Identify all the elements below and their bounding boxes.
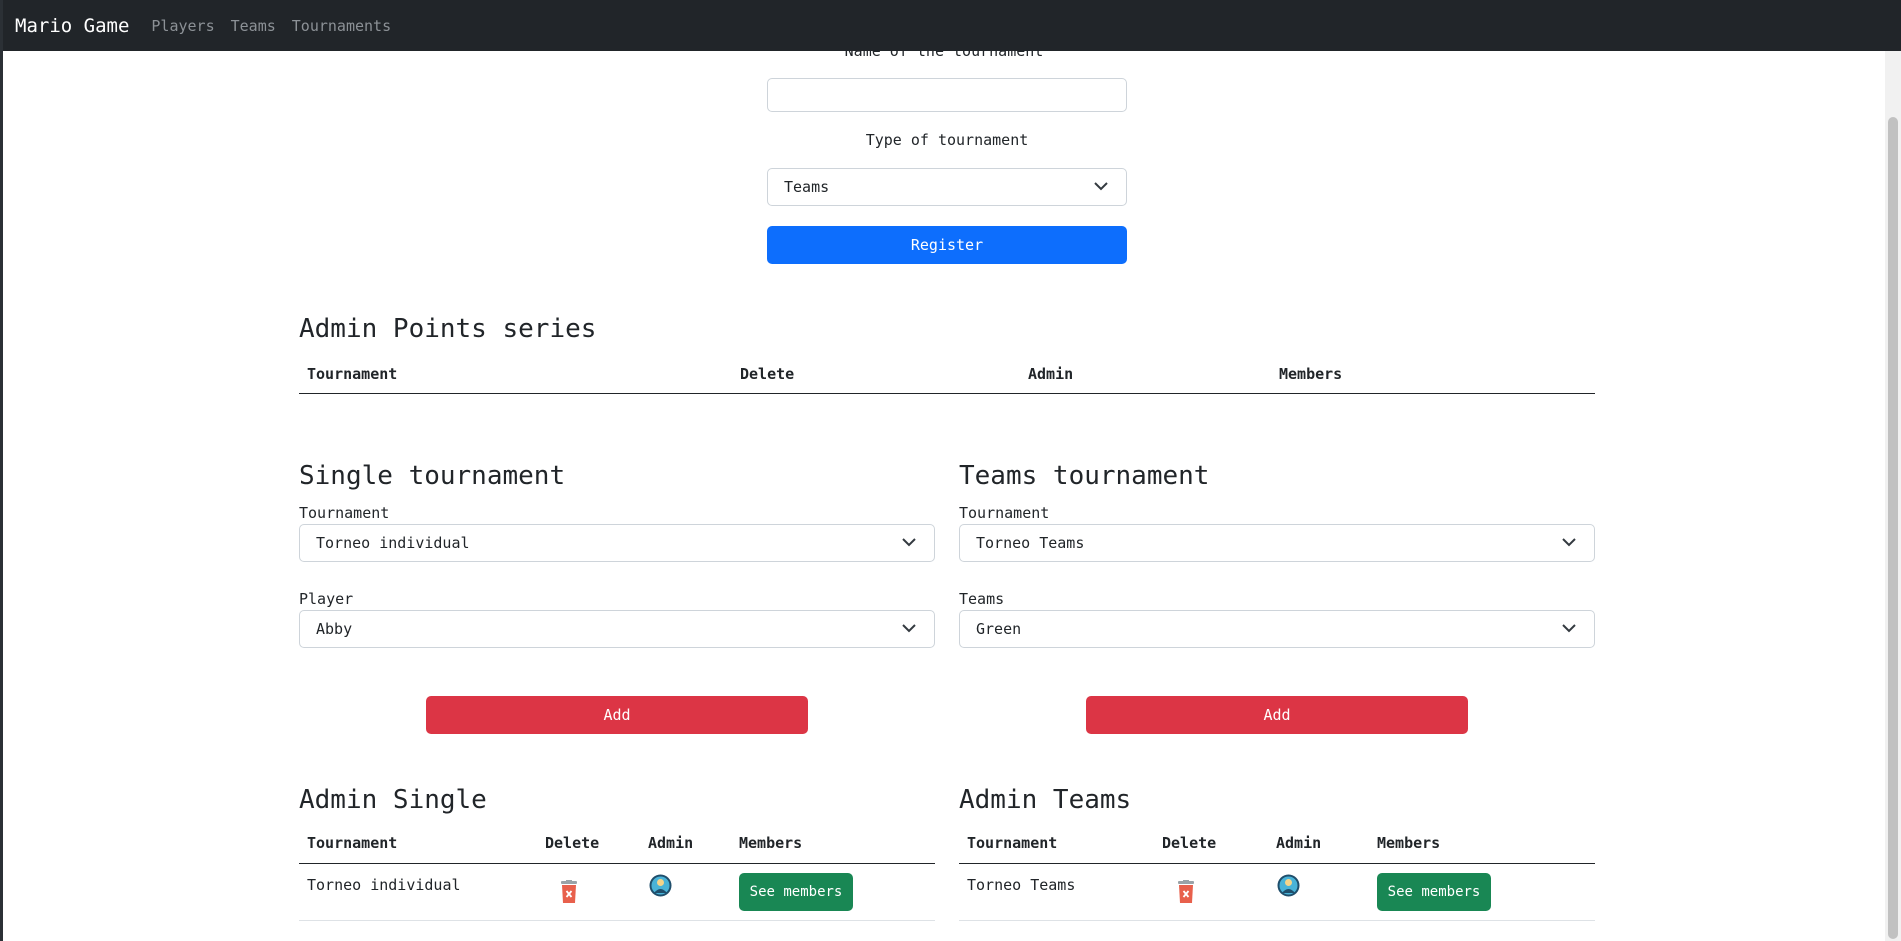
single-see-members-button[interactable]: See members — [739, 873, 853, 911]
scrollbar-thumb[interactable] — [1888, 117, 1898, 939]
teams-label: Teams — [959, 590, 1005, 608]
teams-tournament-value: Torneo Teams — [976, 534, 1085, 552]
nav-link-teams[interactable]: Teams — [231, 17, 276, 35]
teams-table-divider — [959, 863, 1595, 864]
points-col-admin: Admin — [1028, 365, 1074, 383]
single-col-tournament: Tournament — [307, 834, 398, 852]
admin-points-title: Admin Points series — [299, 314, 597, 344]
teams-col-members: Members — [1377, 834, 1441, 852]
tournament-type-select[interactable]: Teams — [767, 168, 1127, 206]
tournament-name-input[interactable] — [767, 78, 1127, 112]
teams-col-delete: Delete — [1162, 834, 1217, 852]
chevron-down-icon — [902, 624, 916, 633]
page-scrollbar[interactable] — [1885, 51, 1901, 941]
row-divider — [299, 920, 935, 921]
points-col-members: Members — [1279, 365, 1343, 383]
admin-single-title: Admin Single — [299, 785, 487, 815]
teams-row-tournament: Torneo Teams — [967, 876, 1076, 894]
single-tournament-title: Single tournament — [299, 461, 566, 491]
tournament-type-label: Type of tournament — [865, 131, 1029, 149]
single-add-button[interactable]: Add — [426, 696, 808, 734]
brand-link[interactable]: Mario Game — [15, 15, 129, 37]
trash-icon[interactable] — [559, 880, 579, 904]
points-table-divider — [299, 393, 1595, 394]
player-value: Abby — [316, 620, 353, 638]
single-tournament-select[interactable]: Torneo individual — [299, 524, 935, 562]
single-tournament-value: Torneo individual — [316, 534, 470, 552]
teams-see-members-button[interactable]: See members — [1377, 873, 1491, 911]
chevron-down-icon — [1094, 182, 1108, 191]
nav-link-tournaments[interactable]: Tournaments — [292, 17, 391, 35]
chevron-down-icon — [902, 538, 916, 547]
register-button[interactable]: Register — [767, 226, 1127, 264]
row-divider — [959, 920, 1595, 921]
teams-col-admin: Admin — [1276, 834, 1322, 852]
single-col-members: Members — [739, 834, 803, 852]
teams-add-button[interactable]: Add — [1086, 696, 1468, 734]
teams-col-tournament: Tournament — [967, 834, 1058, 852]
trash-icon[interactable] — [1176, 880, 1196, 904]
tournament-type-value: Teams — [784, 178, 830, 196]
teams-value: Green — [976, 620, 1022, 638]
nav-link-players[interactable]: Players — [151, 17, 214, 35]
single-row-tournament: Torneo individual — [307, 876, 461, 894]
points-col-delete: Delete — [740, 365, 795, 383]
player-select[interactable]: Abby — [299, 610, 935, 648]
admin-avatar-icon[interactable] — [1277, 874, 1300, 897]
single-col-delete: Delete — [545, 834, 600, 852]
navbar: Mario Game Players Teams Tournaments — [3, 0, 1901, 51]
chevron-down-icon — [1562, 538, 1576, 547]
single-tournament-label: Tournament — [299, 504, 390, 522]
points-col-tournament: Tournament — [307, 365, 398, 383]
teams-select[interactable]: Green — [959, 610, 1595, 648]
admin-teams-title: Admin Teams — [959, 785, 1132, 815]
admin-avatar-icon[interactable] — [649, 874, 672, 897]
chevron-down-icon — [1562, 624, 1576, 633]
single-table-divider — [299, 863, 935, 864]
player-label: Player — [299, 590, 354, 608]
teams-tournament-label: Tournament — [959, 504, 1050, 522]
single-col-admin: Admin — [648, 834, 694, 852]
teams-tournament-title: Teams tournament — [959, 461, 1210, 491]
teams-tournament-select[interactable]: Torneo Teams — [959, 524, 1595, 562]
